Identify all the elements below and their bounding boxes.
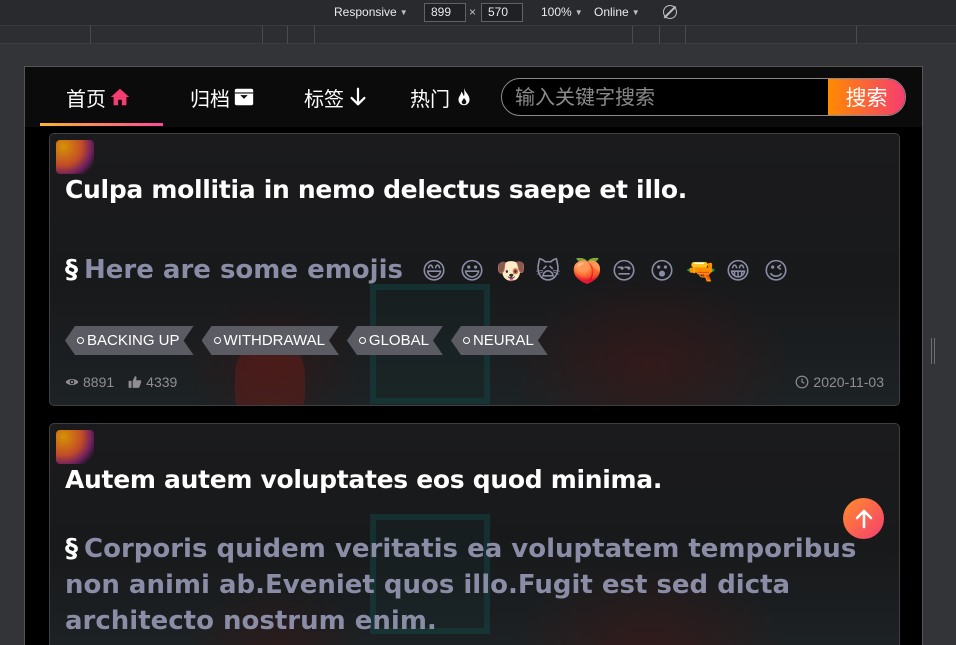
emoji-smile-icon: 😄: [421, 256, 447, 285]
ruler-tick: [90, 26, 91, 44]
eye-icon: [65, 378, 79, 386]
post-card[interactable]: Culpa mollitia in nemo delectus saepe et…: [49, 133, 900, 406]
search-box: 搜索: [501, 78, 906, 116]
view-count: 8891: [65, 374, 114, 390]
post-excerpt: § Here are some emojis 😄 😃 🐶 🙀 🍑 😒 😮 🔫 😁 …: [65, 252, 790, 288]
network-throttle-selector[interactable]: Online ▼: [594, 5, 640, 19]
dimension-separator: ×: [469, 5, 477, 19]
post-title[interactable]: Autem autem voluptates eos quod minima.: [65, 465, 662, 494]
ruler-tick: [314, 26, 315, 44]
post-excerpt-text: Corporis quidem veritatis ea voluptatem …: [65, 534, 857, 636]
post-meta: 8891 4339: [65, 372, 177, 392]
emoji-water-pistol-icon: 🔫: [686, 256, 716, 285]
emoji-unamused-icon: 😒: [611, 256, 637, 285]
tag-chip[interactable]: NEURAL: [451, 326, 548, 355]
viewport-resize-handle[interactable]: [931, 338, 935, 364]
device-viewport: 首页 归档 标签 热门 输入关键字搜索 搜索 Culpa mollitia in…: [24, 66, 923, 645]
card-thumbnail-corner: [56, 430, 94, 464]
nav-item-label: 首页: [66, 86, 106, 111]
tag-chip[interactable]: BACKING UP: [65, 326, 194, 355]
emoji-row: 😄 😃 🐶 🙀 🍑 😒 😮 🔫 😁 😉: [420, 257, 790, 285]
dropdown-caret-icon: ▼: [631, 7, 640, 17]
post-card[interactable]: Autem autem voluptates eos quod minima. …: [49, 423, 900, 645]
card-thumbnail-corner: [56, 140, 94, 174]
post-tags: BACKING UP WITHDRAWAL GLOBAL NEURAL: [65, 326, 548, 355]
search-button[interactable]: 搜索: [828, 79, 905, 115]
dropdown-caret-icon: ▼: [574, 7, 583, 17]
dropdown-caret-icon: ▼: [399, 7, 408, 17]
site-navbar: 首页 归档 标签 热门 输入关键字搜索 搜索: [25, 67, 922, 127]
rotate-icon[interactable]: [663, 5, 677, 19]
ruler-tick: [856, 26, 857, 44]
nav-item-archive[interactable]: 归档: [190, 67, 255, 127]
arrow-down-icon: [350, 87, 366, 106]
fire-icon: [458, 87, 470, 106]
home-icon: [110, 88, 130, 106]
emoji-peach-icon: 🍑: [572, 256, 602, 285]
ruler-tick: [632, 26, 633, 44]
like-count[interactable]: 4339: [128, 374, 177, 390]
emoji-smiley-icon: 😃: [459, 256, 485, 285]
emoji-dog-icon: 🐶: [496, 256, 526, 285]
network-label: Online: [594, 5, 629, 19]
zoom-selector[interactable]: 100% ▼: [541, 5, 583, 19]
arrow-up-icon: [855, 509, 872, 528]
nav-item-label: 标签: [304, 86, 344, 111]
archive-box-icon: [234, 88, 254, 106]
nav-active-indicator: [40, 123, 163, 126]
nav-item-label: 归档: [190, 86, 230, 111]
back-to-top-button[interactable]: [843, 498, 884, 539]
section-mark: §: [65, 255, 78, 285]
zoom-label: 100%: [541, 5, 572, 19]
tag-chip[interactable]: GLOBAL: [347, 326, 443, 355]
search-input[interactable]: [502, 79, 830, 115]
ruler-tick: [685, 26, 686, 44]
post-date: 2020-11-03: [795, 372, 884, 392]
ruler-tick: [262, 26, 263, 44]
nav-item-tags[interactable]: 标签: [304, 67, 369, 127]
device-label: Responsive: [334, 5, 397, 19]
media-query-ruler: [0, 26, 956, 44]
clock-icon: [796, 375, 809, 389]
thumbs-up-icon: [128, 376, 142, 388]
like-count-value: 4339: [146, 374, 178, 390]
nav-item-hot[interactable]: 热门: [410, 67, 475, 127]
viewport-width-input[interactable]: 899: [424, 3, 466, 22]
tag-chip[interactable]: WITHDRAWAL: [202, 326, 339, 355]
viewport-height-input[interactable]: 570: [481, 3, 523, 22]
post-title[interactable]: Culpa mollitia in nemo delectus saepe et…: [65, 175, 687, 204]
post-excerpt-text: Here are some emojis: [84, 255, 403, 285]
nav-item-home[interactable]: 首页: [66, 67, 131, 127]
devtools-toolbar: Responsive ▼ 899 × 570 100% ▼ Online ▼: [0, 0, 956, 26]
post-date-value: 2020-11-03: [813, 374, 884, 390]
ruler-tick: [659, 26, 660, 44]
view-count-value: 8891: [83, 374, 115, 390]
ruler-tick: [287, 26, 288, 44]
section-mark: §: [65, 534, 78, 564]
post-excerpt: § Corporis quidem veritatis ea voluptatem…: [65, 531, 885, 639]
emoji-wink-icon: 😉: [763, 256, 789, 285]
nav-item-label: 热门: [410, 86, 450, 111]
emoji-open-mouth-icon: 😮: [649, 256, 675, 285]
emoji-scream-cat-icon: 🙀: [535, 256, 561, 285]
emoji-grin-icon: 😁: [725, 256, 751, 285]
device-selector[interactable]: Responsive ▼: [334, 5, 408, 19]
